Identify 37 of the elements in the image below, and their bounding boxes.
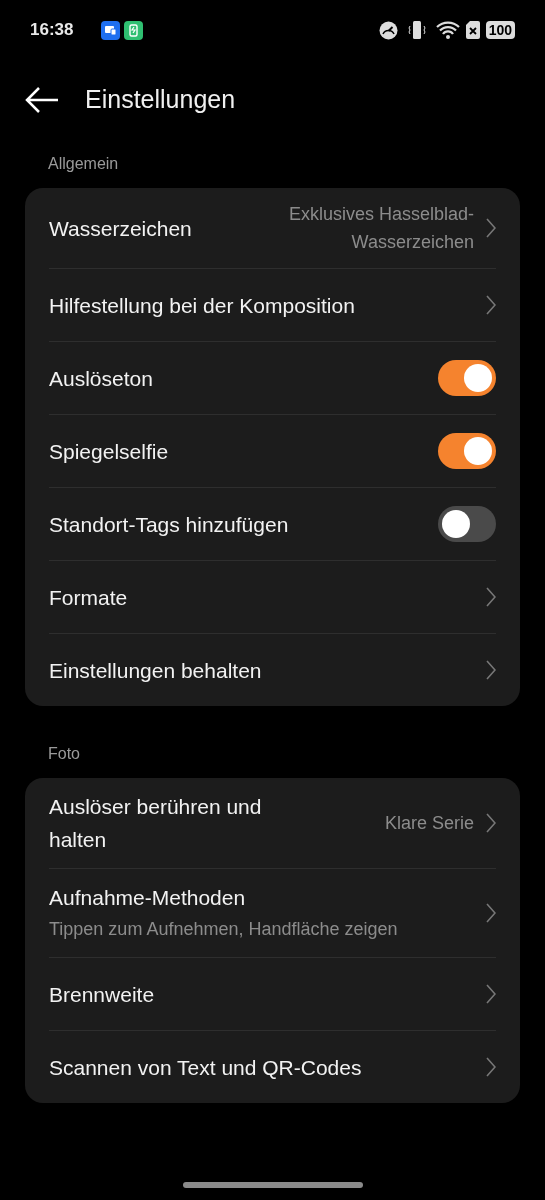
toggle-switch[interactable]: [438, 433, 496, 469]
vibrate-icon: [407, 20, 426, 40]
setting-value: Exklusives Hasselblad-Wasserzeichen: [287, 203, 474, 254]
chevron-right-icon: [486, 813, 496, 833]
battery-indicator: 100: [485, 21, 515, 39]
battery-saver-icon: [124, 20, 144, 40]
status-time: 16:38: [30, 19, 74, 42]
setting-title[interactable]: Formate: [49, 580, 474, 614]
speedometer-icon: [378, 20, 398, 40]
setting-value: Klare Serie: [384, 812, 474, 835]
back-arrow-icon[interactable]: [25, 86, 59, 114]
chevron-right-icon: [486, 295, 496, 315]
setting-title[interactable]: Einstellungen behalten: [49, 653, 474, 687]
chevron-right-icon: [486, 218, 496, 238]
chevron-right-icon: [486, 1057, 496, 1077]
chevron-right-icon: [486, 587, 496, 607]
chevron-right-icon: [486, 984, 496, 1004]
setting-title[interactable]: Wasserzeichen: [49, 211, 242, 245]
setting-title[interactable]: Auslöser berühren und halten: [49, 790, 309, 856]
section-label: Allgemein: [47, 154, 120, 174]
setting-description: Tippen zum Aufnehmen, Handfläche zeigen: [49, 918, 399, 941]
setting-title[interactable]: Hilfestellung bei der Komposition: [49, 288, 474, 322]
toggle-switch[interactable]: [438, 360, 496, 396]
sim-card-icon: [465, 21, 480, 39]
chevron-right-icon: [486, 660, 496, 680]
chevron-right-icon: [486, 903, 496, 923]
setting-title[interactable]: Scannen von Text und QR-Codes: [49, 1050, 474, 1084]
setting-title[interactable]: Brennweite: [49, 977, 474, 1011]
setting-title[interactable]: Auslöseton: [49, 361, 426, 395]
wifi-icon: [435, 21, 460, 39]
setting-title[interactable]: Standort-Tags hinzufügen: [49, 507, 426, 541]
setting-title[interactable]: Spiegelselfie: [49, 434, 426, 468]
toggle-switch[interactable]: [438, 506, 496, 542]
setting-title[interactable]: Aufnahme-Methoden: [49, 881, 474, 914]
page-title: Einstellungen: [85, 84, 236, 116]
section-label: Foto: [47, 744, 81, 764]
screen-mirror-icon: [101, 20, 121, 40]
